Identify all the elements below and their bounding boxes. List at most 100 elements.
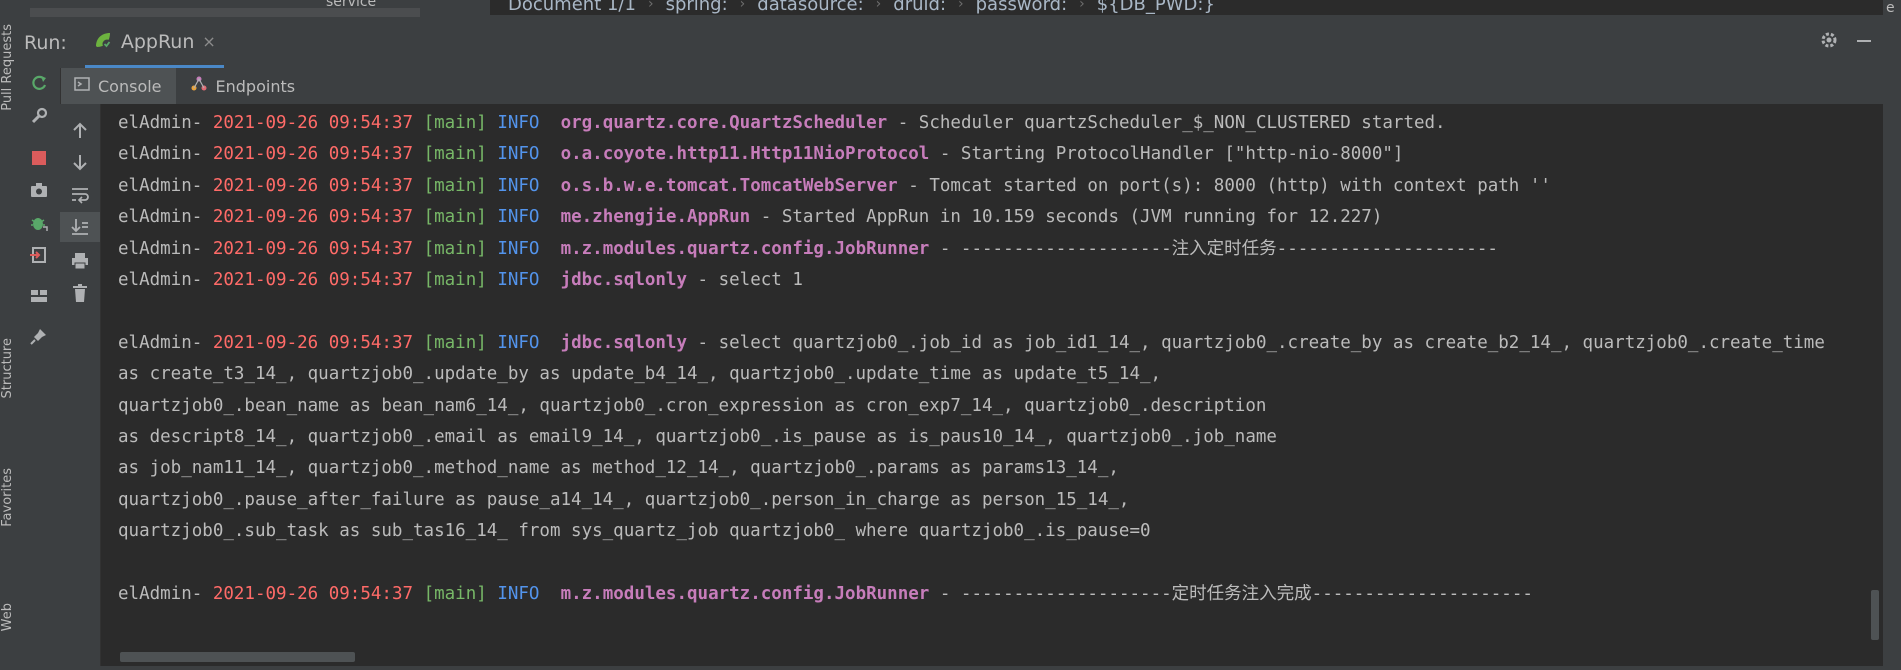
log-logger: m.z.modules.quartz.config.JobRunner — [560, 583, 930, 604]
dump-threads-button[interactable] — [18, 175, 60, 205]
edit-config-button[interactable] — [18, 101, 60, 131]
wrench-icon — [31, 107, 48, 124]
log-level: INFO — [497, 238, 540, 259]
log-prefix: elAdmin- — [118, 207, 213, 228]
right-strip-label[interactable]: e — [1886, 0, 1895, 16]
soft-wrap-button[interactable] — [60, 180, 100, 210]
log-timestamp: 2021-09-26 09:54:37 — [212, 207, 414, 228]
close-icon[interactable]: × — [202, 32, 215, 51]
log-prefix: elAdmin- — [118, 583, 213, 604]
log-thread: [main] — [423, 175, 487, 196]
log-message: - select 1 — [687, 269, 803, 290]
breadcrumb-item[interactable]: spring: — [660, 0, 734, 15]
pull-requests-tab[interactable]: Pull Requests — [0, 24, 18, 111]
log-prefix: elAdmin- — [118, 175, 213, 196]
vertical-scrollbar[interactable] — [1871, 590, 1879, 640]
stop-icon — [32, 151, 46, 165]
tab-endpoints-label: Endpoints — [215, 76, 296, 96]
log-level: INFO — [497, 332, 540, 353]
log-timestamp: 2021-09-26 09:54:37 — [212, 175, 414, 196]
scroll-to-end-button[interactable] — [60, 212, 100, 242]
trash-icon — [73, 284, 87, 302]
console-line: as create_t3_14_, quartzjob0_.update_by … — [118, 359, 1878, 390]
gear-icon[interactable] — [1819, 30, 1839, 56]
log-prefix: elAdmin- — [118, 113, 213, 133]
pin-button[interactable] — [18, 321, 60, 351]
run-header-actions — [1819, 18, 1873, 68]
web-tab[interactable]: Web — [0, 603, 18, 631]
log-logger: me.zhengjie.AppRun — [560, 207, 751, 228]
rerun-button[interactable] — [18, 68, 60, 98]
horizontal-scrollbar[interactable] — [120, 652, 355, 662]
console-line: elAdmin- 2021-09-26 09:54:37 [main] INFO… — [118, 202, 1878, 233]
run-label: Run: — [24, 32, 67, 54]
console-line: as job_nam11_14_, quartzjob0_.method_nam… — [118, 453, 1878, 484]
console-line: elAdmin- 2021-09-26 09:54:37 [main] INFO… — [118, 139, 1878, 170]
project-tree-fragment: service — [30, 0, 490, 18]
log-message: - --------------------注入定时任务------------… — [929, 238, 1498, 259]
log-timestamp: 2021-09-26 09:54:37 — [212, 583, 414, 604]
log-text: quartzjob0_.pause_after_failure as pause… — [118, 489, 1130, 510]
arrow-down-icon — [73, 155, 87, 171]
bottom-border — [0, 666, 1901, 670]
run-header: Run: AppRun × — [18, 18, 1883, 68]
exit-icon — [30, 247, 46, 263]
console-line: elAdmin- 2021-09-26 09:54:37 [main] INFO… — [118, 108, 1878, 139]
pin-icon — [30, 329, 46, 345]
console-toolbar — [60, 104, 101, 670]
clear-all-button[interactable] — [60, 278, 100, 308]
stop-button[interactable] — [18, 143, 60, 173]
left-tool-strip: Pull Requests Structure Favorites Web — [0, 18, 19, 670]
log-timestamp: 2021-09-26 09:54:37 — [212, 238, 414, 259]
log-logger: org.quartz.core.QuartzScheduler — [560, 113, 888, 133]
favorites-tab[interactable]: Favorites — [0, 468, 18, 527]
log-message: - Started AppRun in 10.159 seconds (JVM … — [750, 207, 1383, 228]
log-message: - Tomcat started on port(s): 8000 (http)… — [897, 175, 1551, 196]
breadcrumb-item[interactable]: password: — [970, 0, 1074, 15]
tab-console[interactable]: Console — [60, 68, 176, 104]
console-line: elAdmin- 2021-09-26 09:54:37 [main] INFO… — [118, 328, 1878, 359]
log-level: INFO — [497, 269, 540, 290]
run-tab-label: AppRun — [120, 30, 195, 53]
tree-folder-label[interactable]: service — [326, 0, 376, 10]
log-level: INFO — [497, 144, 540, 165]
layout-icon — [31, 290, 47, 302]
log-logger: o.a.coyote.http11.Http11NioProtocol — [560, 144, 930, 165]
log-prefix: elAdmin- — [118, 238, 213, 259]
scroll-up-button[interactable] — [60, 116, 100, 146]
structure-tab[interactable]: Structure — [0, 338, 18, 398]
log-timestamp: 2021-09-26 09:54:37 — [212, 144, 414, 165]
breadcrumb-item[interactable]: ${DB_PWD:} — [1091, 0, 1221, 15]
breadcrumb-item[interactable]: datasource: — [751, 0, 869, 15]
tab-endpoints[interactable]: Endpoints — [176, 68, 310, 104]
print-button[interactable] — [60, 246, 100, 276]
layout-button[interactable] — [18, 281, 60, 311]
console-output[interactable]: elAdmin- 2021-09-26 09:54:37 [main] INFO… — [101, 104, 1883, 670]
log-level: INFO — [497, 583, 540, 604]
minimize-icon[interactable] — [1855, 31, 1873, 56]
run-toolbar — [18, 68, 61, 670]
breadcrumb-separator-icon: › — [958, 0, 964, 12]
scroll-down-button[interactable] — [60, 147, 100, 177]
console-line: quartzjob0_.sub_task as sub_tas16_14_ fr… — [118, 516, 1878, 547]
log-thread: [main] — [423, 332, 487, 353]
run-tab-apprun[interactable]: AppRun × — [84, 18, 224, 68]
debug-button[interactable] — [18, 208, 60, 238]
log-thread: [main] — [423, 113, 487, 133]
camera-icon — [31, 183, 47, 197]
scroll-to-end-icon — [71, 219, 88, 235]
console-icon — [74, 76, 90, 96]
breadcrumb-item[interactable]: Document 1/1 — [502, 0, 642, 15]
log-text: quartzjob0_.sub_task as sub_tas16_14_ fr… — [118, 521, 1151, 542]
log-text: quartzjob0_.bean_name as bean_nam6_14_, … — [118, 395, 1267, 416]
spring-boot-icon — [93, 30, 113, 54]
breadcrumb-separator-icon: › — [647, 0, 654, 12]
bug-icon — [31, 218, 48, 231]
log-message: - select quartzjob0_.job_id as job_id1_1… — [687, 332, 1825, 353]
console-line: elAdmin- 2021-09-26 09:54:37 [main] INFO… — [118, 234, 1878, 265]
log-prefix: elAdmin- — [118, 269, 213, 290]
breadcrumb-item[interactable]: druid: — [887, 0, 952, 15]
log-logger: jdbc.sqlonly — [560, 332, 687, 353]
exit-button[interactable] — [18, 240, 60, 270]
